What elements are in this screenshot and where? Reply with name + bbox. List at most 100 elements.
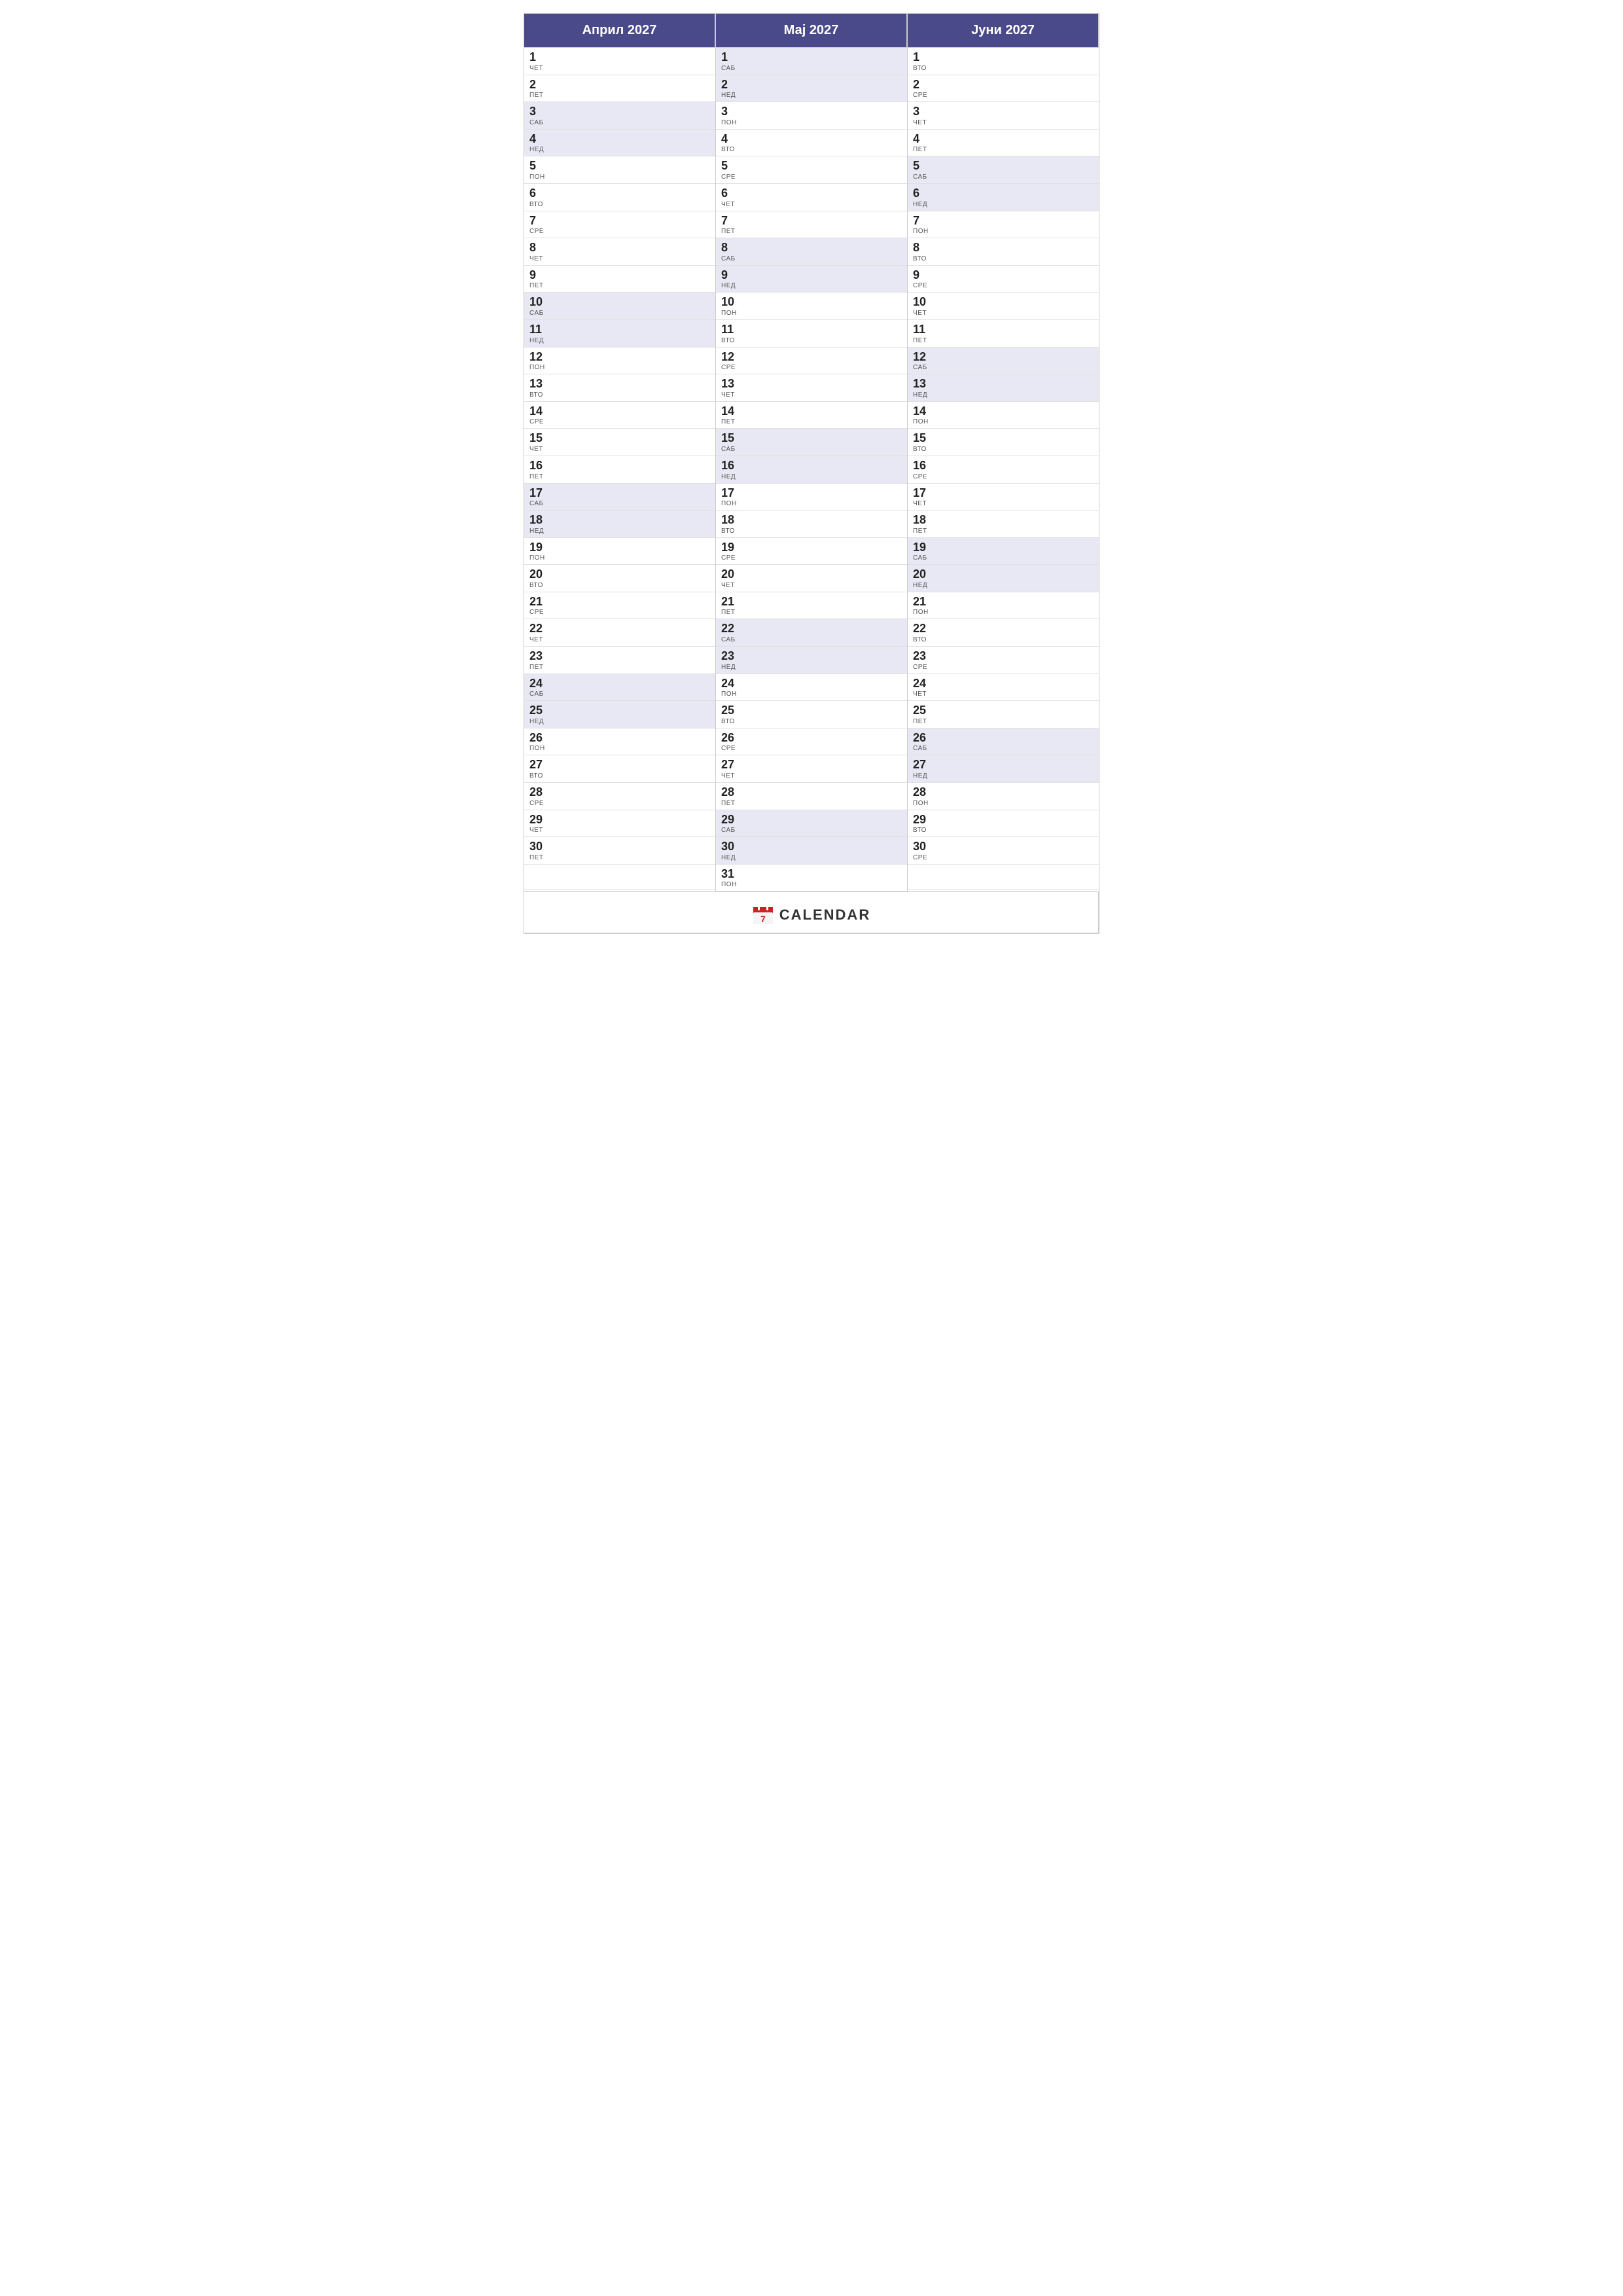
day-number: 28 [913, 785, 1094, 800]
day-number: 22 [913, 622, 1094, 636]
day-number: 1 [721, 50, 902, 65]
day-name: ПОН [721, 500, 902, 507]
day-name: ПЕТ [529, 854, 710, 861]
day-number: 19 [913, 541, 1094, 555]
day-number: 30 [529, 840, 710, 854]
day-name: СРЕ [913, 854, 1094, 861]
day-row: 3САБ [524, 102, 715, 130]
calendar-container: Април 20271ЧЕТ2ПЕТ3САБ4НЕД5ПОН6ВТО7СРЕ8Ч… [517, 0, 1106, 941]
month-header-1: Мај 2027 [716, 14, 907, 48]
day-name: ЧЕТ [913, 500, 1094, 507]
day-row: 19СРЕ [716, 538, 907, 565]
day-name: ВТО [721, 718, 902, 725]
day-name: ПОН [721, 310, 902, 317]
day-name: НЕД [913, 201, 1094, 208]
day-row: 8САБ [716, 238, 907, 266]
day-row: 1САБ [716, 48, 907, 75]
day-name: ВТО [529, 772, 710, 780]
day-number: 29 [529, 813, 710, 827]
day-number: 19 [529, 541, 710, 555]
day-number: 3 [721, 105, 902, 119]
day-row: 2НЕД [716, 75, 907, 103]
day-name: ПОН [721, 691, 902, 698]
day-row: 17ЧЕТ [908, 484, 1099, 511]
day-number: 2 [721, 78, 902, 92]
day-name: ПОН [529, 364, 710, 371]
day-name: ПОН [721, 119, 902, 126]
day-number: 17 [529, 486, 710, 501]
day-row: 25ПЕТ [908, 701, 1099, 728]
day-row: 29ВТО [908, 810, 1099, 838]
day-number: 18 [529, 513, 710, 528]
day-number: 11 [721, 323, 902, 337]
day-number: 18 [721, 513, 902, 528]
day-number: 18 [913, 513, 1094, 528]
day-number: 2 [529, 78, 710, 92]
day-name: СРЕ [913, 92, 1094, 99]
day-number: 12 [721, 350, 902, 365]
day-row: 21ПЕТ [716, 592, 907, 620]
day-row: 22САБ [716, 619, 907, 647]
day-row: 13НЕД [908, 374, 1099, 402]
day-name: ЧЕТ [721, 772, 902, 780]
day-name: САБ [913, 554, 1094, 562]
day-row: 8ЧЕТ [524, 238, 715, 266]
day-name: САБ [913, 364, 1094, 371]
day-row: 12СРЕ [716, 348, 907, 375]
day-number: 20 [913, 567, 1094, 582]
day-name: ЧЕТ [529, 255, 710, 262]
day-name: ПЕТ [529, 473, 710, 480]
day-row: 2ПЕТ [524, 75, 715, 103]
day-name: ПОН [913, 418, 1094, 425]
day-row: 14ПЕТ [716, 402, 907, 429]
day-name: ЧЕТ [721, 391, 902, 399]
day-number: 22 [721, 622, 902, 636]
day-name: ВТО [913, 636, 1094, 643]
day-row: 4ПЕТ [908, 130, 1099, 157]
day-number: 26 [721, 731, 902, 745]
day-name: САБ [529, 310, 710, 317]
day-name: ПОН [913, 609, 1094, 616]
day-row: 20ВТО [524, 565, 715, 592]
day-name: ПОН [529, 745, 710, 752]
day-row: 2СРЕ [908, 75, 1099, 103]
day-name: НЕД [721, 282, 902, 289]
day-row: 24ЧЕТ [908, 674, 1099, 702]
empty-day-row [524, 865, 715, 889]
day-row: 13ВТО [524, 374, 715, 402]
day-number: 8 [529, 241, 710, 255]
day-number: 4 [913, 132, 1094, 147]
day-row: 21ПОН [908, 592, 1099, 620]
day-name: ВТО [721, 146, 902, 153]
day-row: 15ЧЕТ [524, 429, 715, 456]
day-number: 7 [913, 214, 1094, 228]
day-number: 7 [721, 214, 902, 228]
day-name: СРЕ [529, 609, 710, 616]
day-number: 1 [529, 50, 710, 65]
day-number: 4 [529, 132, 710, 147]
day-name: ПЕТ [529, 664, 710, 671]
day-row: 9СРЕ [908, 266, 1099, 293]
day-number: 14 [529, 404, 710, 419]
day-name: НЕД [913, 391, 1094, 399]
day-number: 21 [529, 595, 710, 609]
day-row: 5САБ [908, 156, 1099, 184]
day-row: 16СРЕ [908, 456, 1099, 484]
day-number: 20 [529, 567, 710, 582]
day-name: ПЕТ [721, 228, 902, 235]
day-row: 18НЕД [524, 511, 715, 538]
day-number: 14 [721, 404, 902, 419]
day-name: ПОН [721, 881, 902, 888]
day-row: 23СРЕ [908, 647, 1099, 674]
day-name: ВТО [721, 337, 902, 344]
day-row: 16НЕД [716, 456, 907, 484]
day-number: 5 [721, 159, 902, 173]
day-name: САБ [721, 446, 902, 453]
day-number: 8 [721, 241, 902, 255]
day-row: 19САБ [908, 538, 1099, 565]
day-number: 29 [913, 813, 1094, 827]
day-number: 31 [721, 867, 902, 882]
day-row: 18ВТО [716, 511, 907, 538]
day-number: 16 [913, 459, 1094, 473]
day-row: 12ПОН [524, 348, 715, 375]
